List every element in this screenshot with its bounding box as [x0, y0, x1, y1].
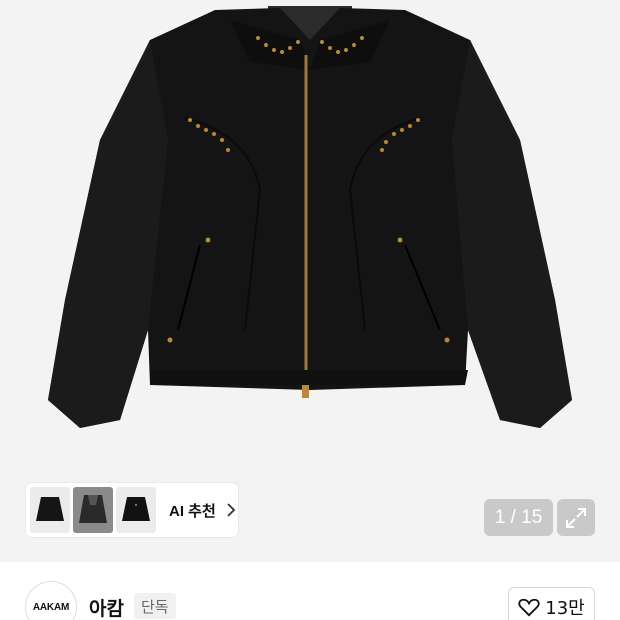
product-image[interactable]: [0, 0, 620, 480]
expand-icon: [566, 507, 586, 528]
expand-button[interactable]: [557, 499, 595, 536]
heart-icon: [518, 598, 540, 617]
like-button[interactable]: 13만: [508, 587, 595, 620]
brand-logo[interactable]: AAKAM: [25, 581, 77, 620]
chevron-right-icon: [227, 503, 236, 517]
ai-thumb-1[interactable]: [30, 487, 70, 533]
brand-name[interactable]: 아캄: [89, 594, 124, 620]
ai-recommend-bar[interactable]: AI 추천: [26, 483, 238, 537]
exclusive-badge: 단독: [134, 593, 176, 619]
like-count: 13만: [545, 598, 585, 619]
product-image-area[interactable]: AI 추천 1 / 15: [0, 0, 620, 562]
ai-thumb-2[interactable]: [73, 487, 113, 533]
ai-recommend-label: AI 추천: [169, 502, 216, 520]
image-counter: 1 / 15: [484, 499, 553, 536]
ai-thumb-3[interactable]: [116, 487, 156, 533]
